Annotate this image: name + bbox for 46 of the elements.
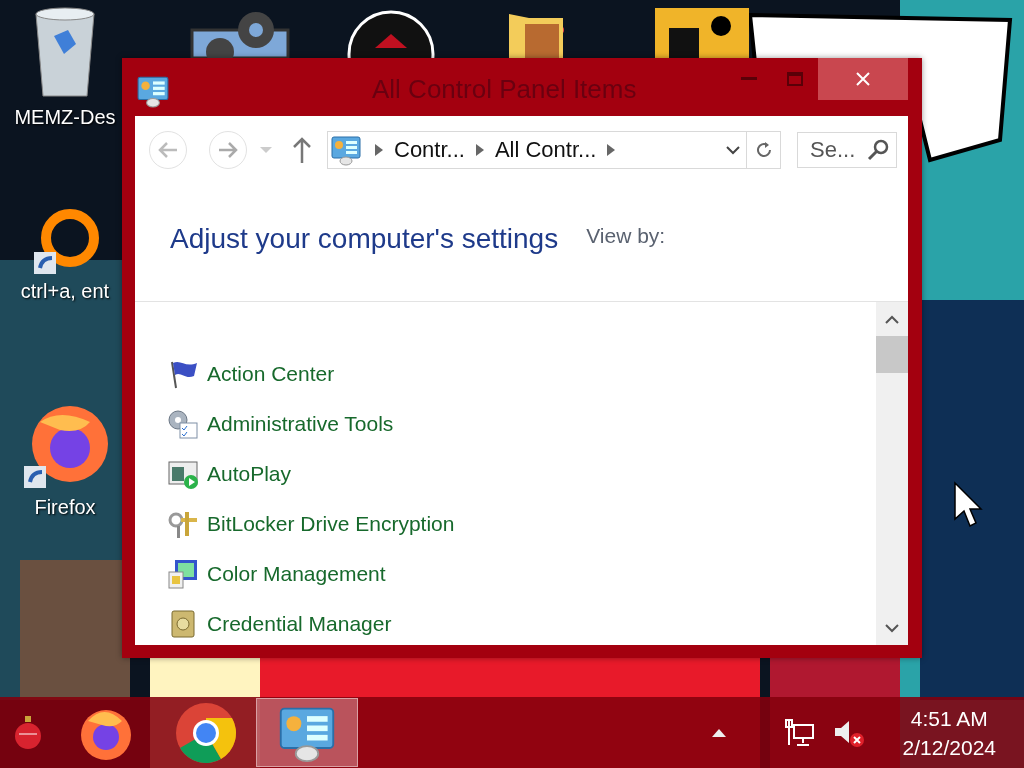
up-arrow-icon[interactable] (291, 136, 313, 164)
clock-date[interactable]: 2/12/2024 (902, 732, 996, 762)
taskbar-app-button[interactable] (256, 698, 358, 767)
page-heading: Adjust your computer's settings (170, 222, 559, 255)
desktop-icon-label[interactable]: Firefox (34, 496, 96, 519)
address-bar[interactable]: Contr... All Contr... (327, 131, 781, 169)
breadcrumb[interactable]: All Contr... (488, 137, 603, 163)
emblem-icon (345, 8, 437, 58)
caret-up-icon[interactable] (710, 727, 727, 738)
maximize-icon (787, 72, 803, 86)
monitor-icon (167, 558, 199, 590)
minimize-icon (741, 77, 757, 81)
chevron-up-icon (885, 314, 899, 324)
ornament-icon (13, 715, 43, 750)
chevron-down-icon (885, 623, 899, 633)
clock-time[interactable]: 4:51 AM (910, 703, 988, 733)
control-panel-icon (136, 74, 170, 108)
window-title: All Control Panel Items (372, 74, 637, 105)
scrollbar-thumb[interactable] (876, 336, 908, 373)
desktop-icon-label[interactable]: MEMZ-Des (14, 106, 116, 129)
close-icon (855, 71, 871, 87)
gear-checklist-icon (167, 408, 199, 440)
refresh-icon (754, 141, 773, 159)
app-icon (653, 8, 749, 58)
search-field[interactable]: Se... (797, 132, 897, 168)
chevron-down-icon[interactable] (726, 145, 740, 155)
desktop-icon-label[interactable]: ctrl+a, ent (20, 280, 110, 303)
control-panel-item[interactable]: Color Management (167, 558, 876, 590)
cursor-icon (953, 481, 983, 529)
network-icon[interactable] (784, 718, 815, 747)
control-panel-item[interactable]: Action Center (167, 358, 876, 390)
control-panel-item[interactable]: Credential Manager (167, 608, 876, 640)
breadcrumb[interactable]: Contr... (388, 137, 471, 163)
control-panel-item[interactable]: BitLocker Drive Encryption (167, 508, 876, 540)
control-panel-item[interactable]: Administrative Tools (167, 408, 876, 440)
autoplay-icon (167, 458, 199, 490)
forward-arrow-icon (217, 141, 239, 159)
back-arrow-icon (157, 141, 179, 159)
chevron-right-icon[interactable] (606, 143, 617, 157)
chevron-right-icon[interactable] (374, 143, 384, 157)
search-icon (867, 139, 889, 161)
view-by-label: View by: (586, 223, 666, 248)
chrome-icon (175, 701, 237, 764)
control-panel-item[interactable]: AutoPlay (167, 458, 876, 490)
chevron-right-icon[interactable] (474, 143, 485, 157)
control-panel-icon (330, 134, 362, 166)
